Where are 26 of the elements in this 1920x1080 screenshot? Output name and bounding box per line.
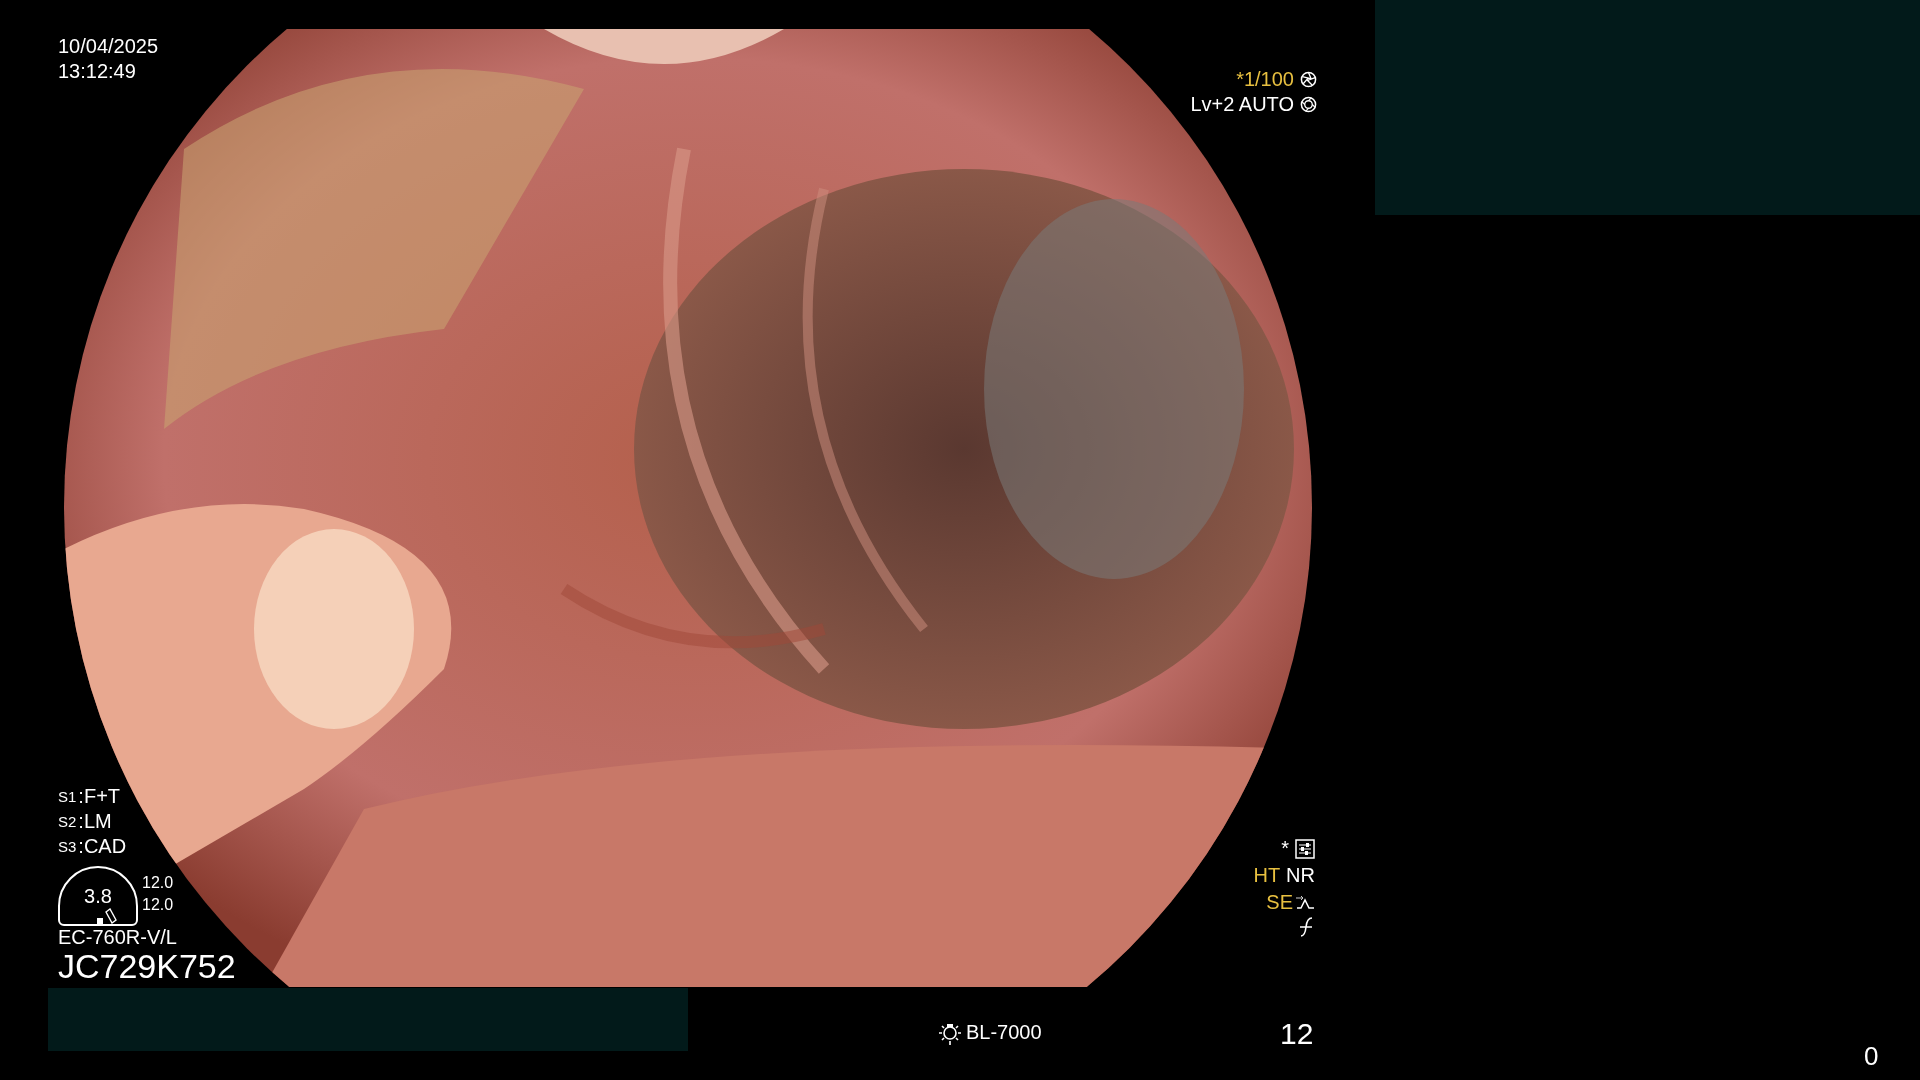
sliders-icon [1295,838,1315,859]
zoom-reading: 12.0 [142,895,174,915]
zoom-reading: 12.0 [142,873,174,893]
counter-text: 12 [1280,1016,1314,1052]
date-text: 10/04/2025 [58,34,159,59]
switch-label: S3 [58,837,77,857]
monitor-counter-text: 0 [1864,1040,1879,1072]
curve-icon [1295,893,1315,912]
scope-tip-icon [97,908,117,924]
switch-label: S1 [58,787,77,807]
switch-value: :LM [78,809,112,834]
mark-text: * [1281,836,1289,861]
switch-label: S2 [58,812,77,832]
aperture-icon [1300,71,1317,88]
switch-value: :F+T [78,784,121,809]
time-text: 13:12:49 [58,59,137,84]
exposure-mode-text: Lv+2 AUTO [1190,92,1294,117]
mode-indicator: HT [1253,863,1281,888]
zoom-gauge: 3.8 [58,866,138,926]
mode-indicator: SE [1266,890,1293,915]
aperture-icon [1300,96,1317,113]
light-source-text: BL-7000 [966,1020,1042,1045]
shutter-text: *1/100 [1236,67,1294,92]
switch-value: :CAD [78,834,127,859]
function-icon [1297,917,1315,937]
mode-indicator: NR [1286,863,1315,888]
